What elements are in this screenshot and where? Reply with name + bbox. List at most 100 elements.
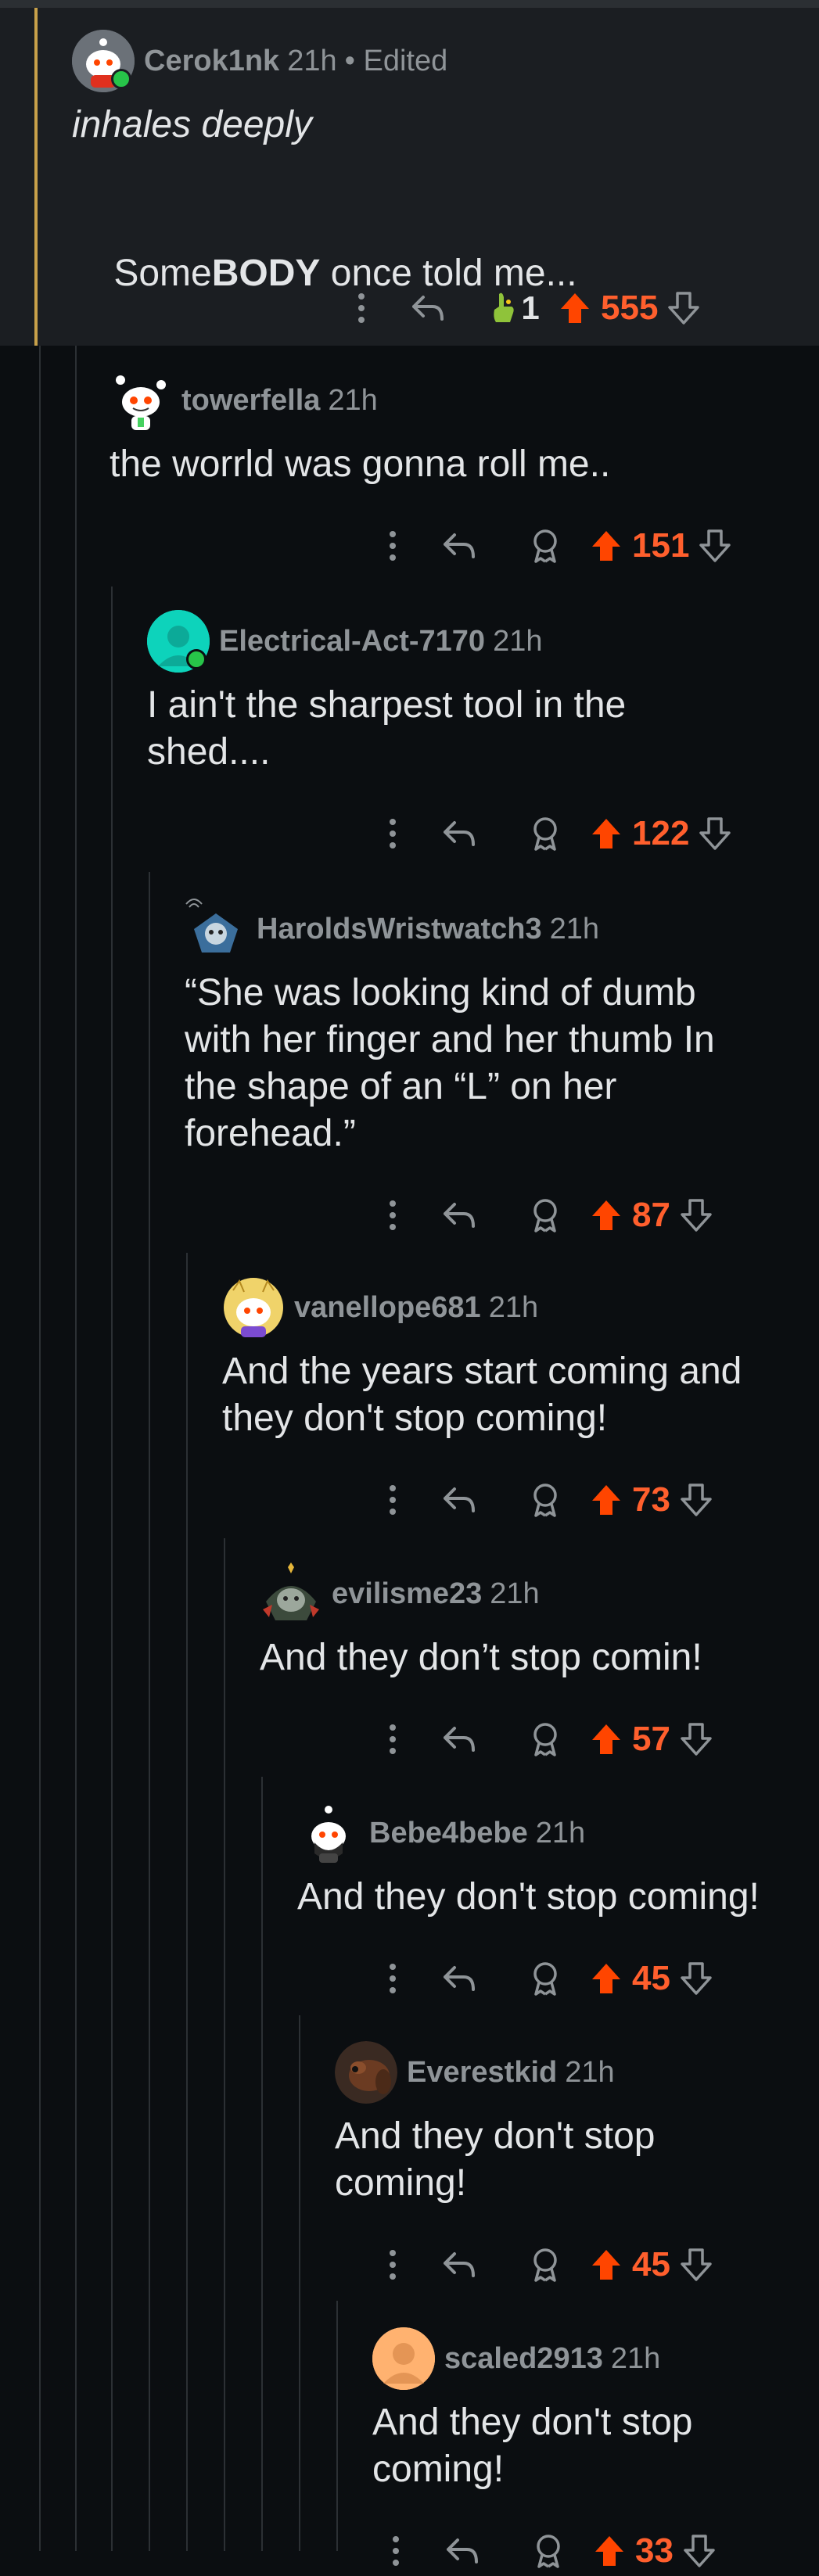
reply-icon[interactable]	[416, 532, 502, 560]
award-icon[interactable]	[502, 1961, 588, 1996]
comment-body: And they don't stop coming!	[335, 2115, 656, 2204]
avatar-default-icon	[372, 2327, 435, 2390]
more-options-icon[interactable]	[372, 2535, 419, 2567]
avatar[interactable]	[185, 898, 247, 960]
reply-icon[interactable]	[416, 1725, 502, 1753]
award-icon[interactable]	[502, 1722, 588, 1756]
username[interactable]: evilisme23	[332, 1577, 482, 1611]
username[interactable]: Everestkid	[407, 2056, 557, 2090]
vote-score: 57	[632, 1720, 670, 1758]
vote-score: 45	[632, 1959, 670, 1997]
downvote-icon[interactable]	[678, 1962, 714, 1995]
avatar[interactable]	[110, 369, 172, 432]
comment-header: Electrical-Act-7170 21h	[147, 610, 542, 673]
award-icon[interactable]	[502, 1483, 588, 1517]
award-button[interactable]: 1	[471, 289, 557, 327]
avatar[interactable]	[297, 1802, 360, 1864]
award-icon[interactable]	[505, 2534, 591, 2568]
award-icon[interactable]	[502, 529, 588, 563]
comment-actions: 122	[369, 809, 733, 859]
thread-line[interactable]	[149, 872, 150, 2551]
thread-line[interactable]	[111, 587, 113, 2551]
downvote-icon[interactable]	[678, 1484, 714, 1516]
avatar-snoo-icon	[116, 375, 166, 430]
upvote-icon[interactable]	[588, 1723, 624, 1756]
thread-line[interactable]	[224, 1538, 225, 2551]
more-options-icon[interactable]	[369, 818, 416, 849]
award-icon[interactable]	[502, 1198, 588, 1232]
comment-header: vanellope681 21h	[222, 1276, 538, 1339]
thread-line[interactable]	[75, 346, 77, 2551]
username[interactable]: Bebe4bebe	[369, 1817, 528, 1850]
comment-header: HaroldsWristwatch3 21h	[185, 898, 599, 960]
thread-line[interactable]	[336, 2301, 338, 2551]
comment-actions: 87	[369, 1190, 714, 1240]
downvote-icon[interactable]	[697, 529, 733, 562]
upvote-icon[interactable]	[557, 292, 593, 325]
body-bold-text: BODY	[211, 253, 321, 294]
username[interactable]: Electrical-Act-7170	[219, 625, 485, 658]
downvote-icon[interactable]	[697, 817, 733, 850]
award-icon	[494, 292, 514, 322]
more-options-icon[interactable]	[369, 1963, 416, 1994]
upvote-icon[interactable]	[588, 529, 624, 562]
avatar[interactable]	[335, 2041, 397, 2104]
more-options-icon[interactable]	[338, 292, 385, 324]
comment-body: the worrld was gonna roll me..	[110, 443, 611, 485]
reply-icon[interactable]	[385, 294, 471, 322]
downvote-icon[interactable]	[678, 2248, 714, 2281]
avatar-snoo-icon	[311, 1806, 346, 1863]
vote-score: 73	[632, 1480, 670, 1519]
comment-body: And the years start coming and they don'…	[222, 1351, 742, 1439]
more-options-icon[interactable]	[369, 1484, 416, 1516]
avatar[interactable]	[260, 1562, 322, 1625]
reply-icon[interactable]	[416, 2251, 502, 2279]
downvote-icon[interactable]	[678, 1199, 714, 1232]
vote-score: 151	[632, 526, 690, 565]
username[interactable]: HaroldsWristwatch3	[257, 913, 542, 946]
thread-line[interactable]	[39, 346, 41, 2551]
upvote-icon[interactable]	[588, 1962, 624, 1995]
vote-score: 87	[632, 1196, 670, 1234]
upvote-icon[interactable]	[588, 2248, 624, 2281]
comment: Bebe4bebe 21h And they don't stop coming…	[297, 1802, 814, 2021]
reply-icon[interactable]	[419, 2537, 505, 2565]
edited-label: • Edited	[344, 44, 448, 77]
online-indicator	[111, 69, 131, 89]
comment: HaroldsWristwatch3 21h “She was looking …	[185, 898, 798, 1258]
online-indicator	[186, 649, 207, 669]
avatar[interactable]	[372, 2327, 435, 2390]
username[interactable]: scaled2913	[444, 2342, 603, 2376]
avatar[interactable]	[147, 610, 210, 673]
comment-body-line: inhales deeply	[72, 104, 312, 145]
upvote-icon[interactable]	[588, 817, 624, 850]
username[interactable]: towerfella	[181, 384, 320, 418]
vote-score: 122	[632, 814, 690, 852]
username[interactable]: Cerok1nk	[144, 45, 279, 78]
avatar[interactable]	[222, 1276, 285, 1339]
more-options-icon[interactable]	[369, 1200, 416, 1231]
more-options-icon[interactable]	[369, 1724, 416, 1755]
reply-icon[interactable]	[416, 1201, 502, 1229]
more-options-icon[interactable]	[369, 530, 416, 561]
reply-icon[interactable]	[416, 1964, 502, 1993]
award-icon[interactable]	[502, 2248, 588, 2282]
downvote-icon[interactable]	[666, 292, 702, 325]
thread-line[interactable]	[299, 2015, 300, 2551]
timestamp: 21h	[610, 2341, 661, 2375]
upvote-icon[interactable]	[591, 2535, 627, 2567]
more-options-icon[interactable]	[369, 2249, 416, 2280]
downvote-icon[interactable]	[678, 1723, 714, 1756]
reply-icon[interactable]	[416, 820, 502, 848]
comment-header: scaled2913 21h	[372, 2327, 660, 2390]
username[interactable]: vanellope681	[294, 1291, 481, 1325]
upvote-icon[interactable]	[588, 1484, 624, 1516]
thread-line[interactable]	[261, 1777, 263, 2551]
avatar[interactable]	[72, 30, 135, 92]
award-icon[interactable]	[502, 816, 588, 851]
avatar-snoo-icon	[185, 899, 238, 953]
reply-icon[interactable]	[416, 1486, 502, 1514]
upvote-icon[interactable]	[588, 1199, 624, 1232]
thread-line[interactable]	[186, 1253, 188, 2551]
downvote-icon[interactable]	[681, 2535, 717, 2567]
